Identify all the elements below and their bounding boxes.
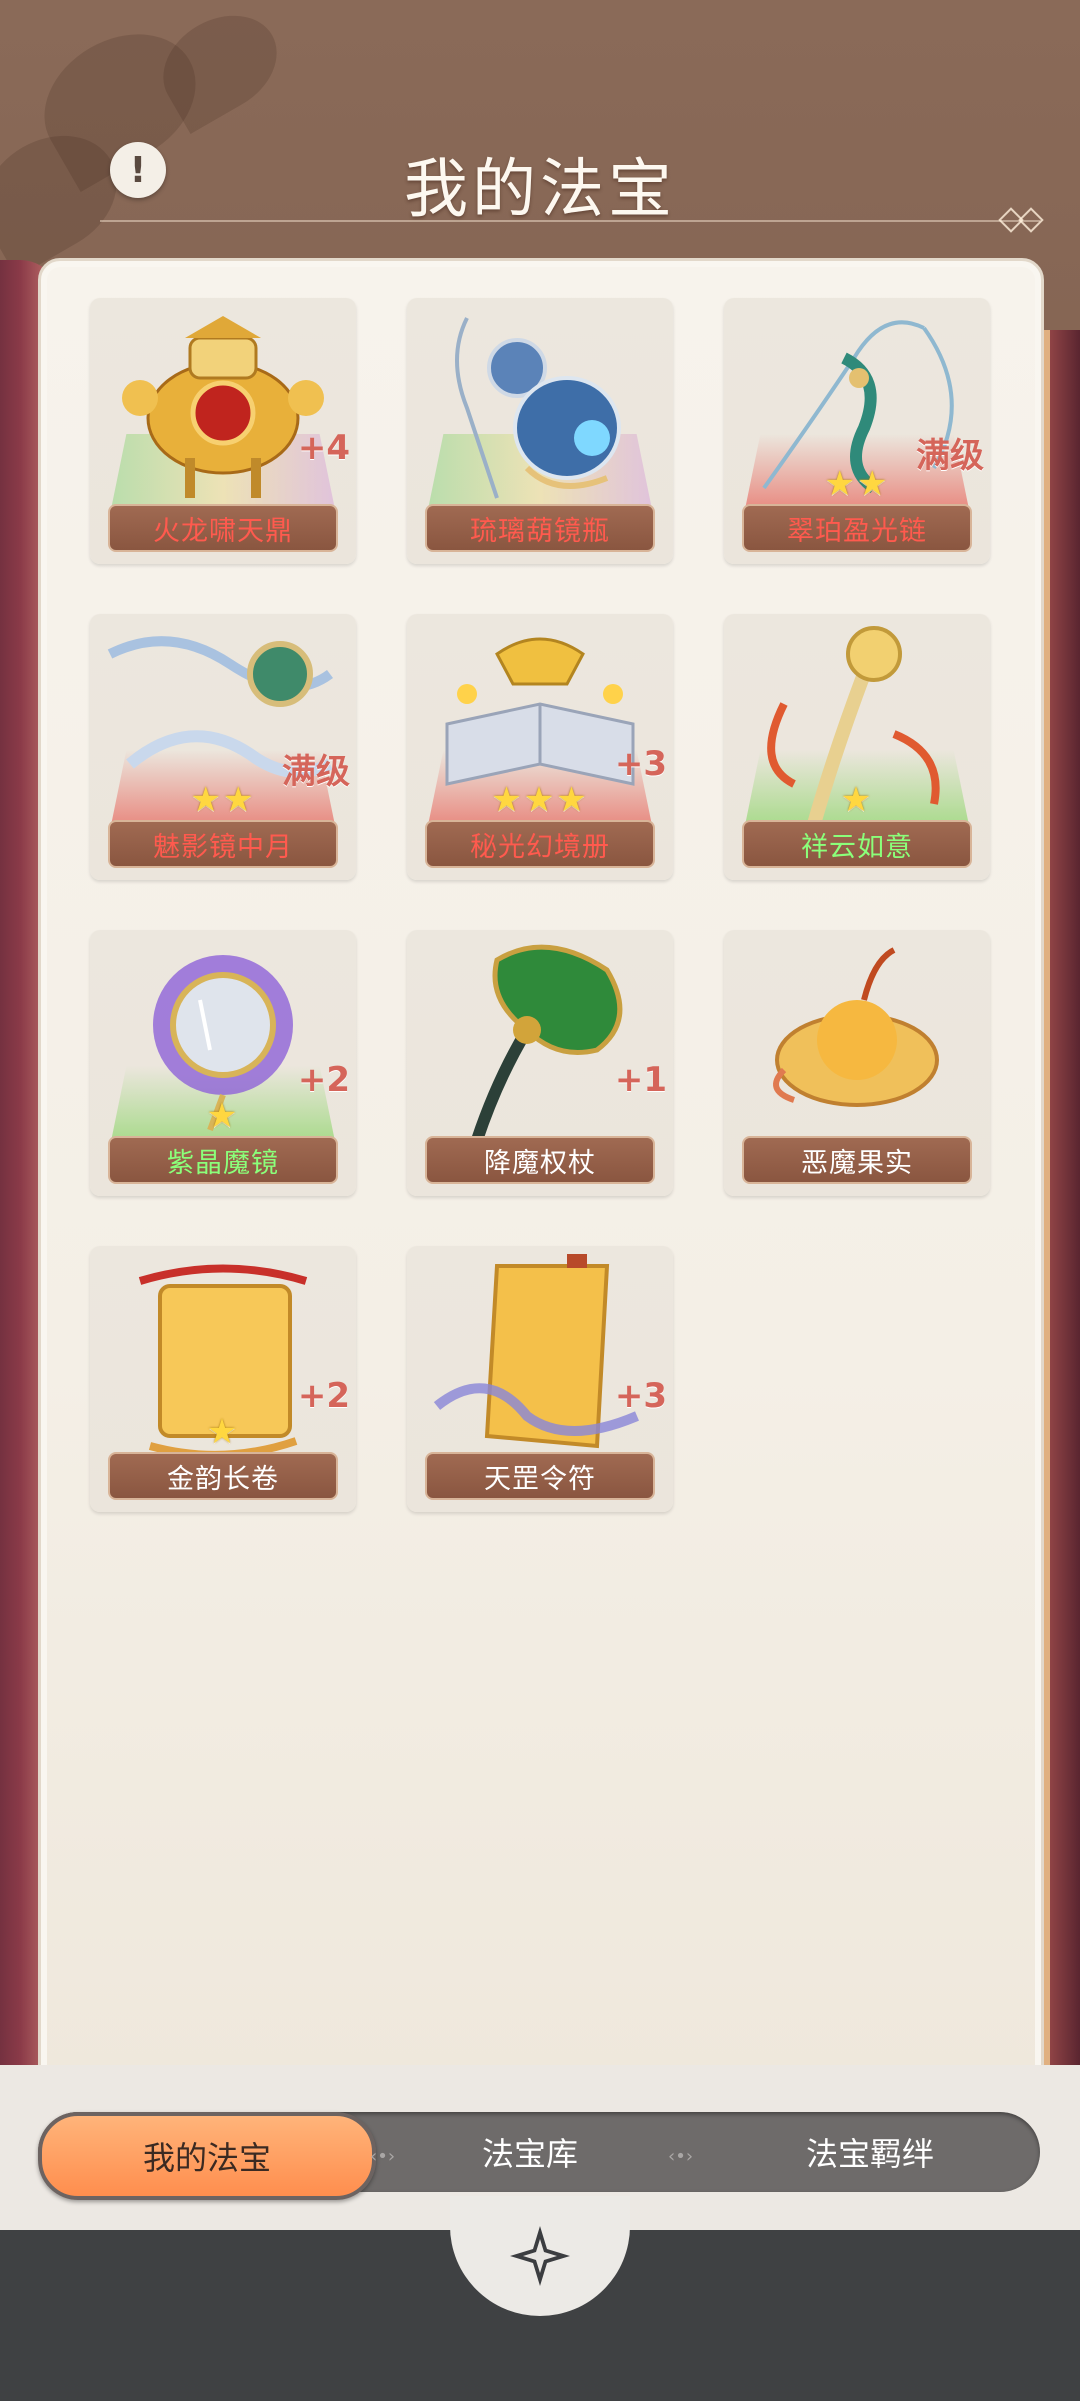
enhance-level: +3 [614, 1376, 667, 1416]
treasure-card[interactable]: 满级 ★★ 翠珀盈光链 [724, 298, 990, 564]
star-rating: ★★ [190, 780, 256, 820]
enhance-level: +4 [297, 428, 350, 468]
star-rating: ★★ [824, 464, 890, 504]
treasure-name: 翠珀盈光链 [742, 504, 972, 552]
treasure-card[interactable]: 琉璃葫镜瓶 [407, 298, 673, 564]
treasure-name: 秘光幻境册 [425, 820, 655, 868]
treasure-card[interactable]: +4 火龙啸天鼎 [90, 298, 356, 564]
title-divider [100, 220, 1040, 222]
talisman-artwork [433, 1254, 639, 1449]
treasure-card[interactable]: +1 降魔权杖 [407, 930, 673, 1196]
gourd-artwork [455, 317, 621, 499]
header: ! 我的法宝 [0, 0, 1080, 260]
treasure-card[interactable]: +2 ★ 金韵长卷 [90, 1246, 356, 1512]
page-title: 我的法宝 [404, 153, 676, 227]
tab-treasure-bonds[interactable]: 法宝羁绊 [700, 2112, 1040, 2192]
treasure-card[interactable]: ★ 祥云如意 [724, 614, 990, 880]
treasure-name: 降魔权杖 [425, 1136, 655, 1184]
star-rating: ★ [206, 1096, 240, 1136]
star-rating: ★ [206, 1412, 240, 1452]
tab-treasure-library[interactable]: 法宝库 [390, 2112, 670, 2192]
treasure-card[interactable]: +3 天罡令符 [407, 1246, 673, 1512]
enhance-level: +1 [614, 1060, 667, 1100]
demon-fruit-artwork [773, 947, 939, 1107]
star-rating: ★★★ [491, 780, 589, 820]
enhance-level: +2 [297, 1060, 350, 1100]
treasure-name: 火龙啸天鼎 [108, 504, 338, 552]
close-icon [510, 2226, 570, 2286]
treasure-name: 琉璃葫镜瓶 [425, 504, 655, 552]
treasure-name: 金韵长卷 [108, 1452, 338, 1500]
cauldron-artwork [122, 316, 324, 498]
treasure-card[interactable]: 满级 ★★ 魅影镜中月 [90, 614, 356, 880]
treasure-name: 恶魔果实 [742, 1136, 972, 1184]
enhance-level: +2 [297, 1376, 350, 1416]
treasure-name: 魅影镜中月 [108, 820, 338, 868]
star-rating: ★ [840, 780, 874, 820]
treasure-card[interactable]: +3 ★★★ 秘光幻境册 [407, 614, 673, 880]
treasure-name: 天罡令符 [425, 1452, 655, 1500]
treasure-name: 紫晶魔镜 [108, 1136, 338, 1184]
enhance-level: +3 [614, 744, 667, 784]
treasure-name: 祥云如意 [742, 820, 972, 868]
treasure-card[interactable]: 恶魔果实 [724, 930, 990, 1196]
tab-separator-icon: ‹•› [668, 2146, 694, 2167]
tab-my-treasures[interactable]: 我的法宝 [38, 2112, 376, 2200]
treasure-card[interactable]: +2 ★ 紫晶魔镜 [90, 930, 356, 1196]
scepter-artwork [471, 944, 623, 1142]
